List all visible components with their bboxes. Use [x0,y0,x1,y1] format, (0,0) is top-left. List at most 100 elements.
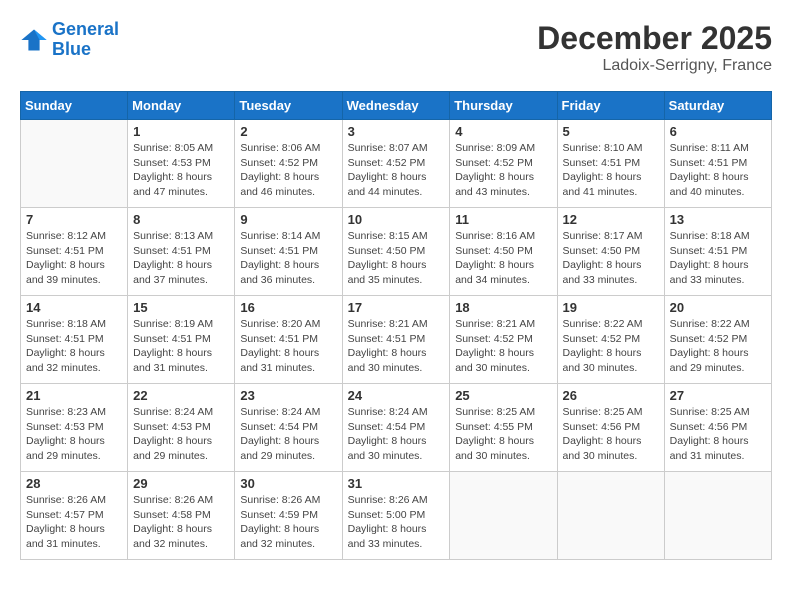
day-number: 6 [670,124,766,139]
day-info: Sunrise: 8:23 AMSunset: 4:53 PMDaylight:… [26,405,122,464]
day-info: Sunrise: 8:25 AMSunset: 4:55 PMDaylight:… [455,405,551,464]
day-number: 24 [348,388,445,403]
calendar-cell: 19 Sunrise: 8:22 AMSunset: 4:52 PMDayligh… [557,296,664,384]
day-info: Sunrise: 8:24 AMSunset: 4:54 PMDaylight:… [348,405,445,464]
calendar-cell: 13 Sunrise: 8:18 AMSunset: 4:51 PMDayligh… [664,208,771,296]
day-number: 23 [240,388,336,403]
calendar-cell: 11Sunrise: 8:16 AMSunset: 4:50 PMDayligh… [450,208,557,296]
day-info: Sunrise: 8:16 AMSunset: 4:50 PMDaylight:… [455,229,551,288]
calendar-cell: 21 Sunrise: 8:23 AMSunset: 4:53 PMDayligh… [21,384,128,472]
calendar-cell: 15 Sunrise: 8:19 AMSunset: 4:51 PMDayligh… [128,296,235,384]
day-info: Sunrise: 8:25 AMSunset: 4:56 PMDaylight:… [563,405,659,464]
day-number: 26 [563,388,659,403]
calendar-cell [450,472,557,560]
title-block: December 2025 Ladoix-Serrigny, France [537,20,772,75]
day-info: Sunrise: 8:06 AMSunset: 4:52 PMDaylight:… [240,141,336,200]
calendar-cell: 1Sunrise: 8:05 AMSunset: 4:53 PMDaylight… [128,120,235,208]
day-number: 29 [133,476,229,491]
logo-icon [20,26,48,54]
day-info: Sunrise: 8:21 AMSunset: 4:52 PMDaylight:… [455,317,551,376]
calendar-cell: 7 Sunrise: 8:12 AMSunset: 4:51 PMDaylight… [21,208,128,296]
day-info: Sunrise: 8:07 AMSunset: 4:52 PMDaylight:… [348,141,445,200]
day-info: Sunrise: 8:14 AMSunset: 4:51 PMDaylight:… [240,229,336,288]
day-number: 30 [240,476,336,491]
calendar-cell: 9Sunrise: 8:14 AMSunset: 4:51 PMDaylight… [235,208,342,296]
calendar-cell: 14 Sunrise: 8:18 AMSunset: 4:51 PMDayligh… [21,296,128,384]
calendar-cell [557,472,664,560]
calendar-cell: 4 Sunrise: 8:09 AMSunset: 4:52 PMDaylight… [450,120,557,208]
calendar-cell: 3Sunrise: 8:07 AMSunset: 4:52 PMDaylight… [342,120,450,208]
calendar-cell: 17Sunrise: 8:21 AMSunset: 4:51 PMDayligh… [342,296,450,384]
weekday-header: Tuesday [235,92,342,120]
calendar-cell: 29 Sunrise: 8:26 AMSunset: 4:58 PMDayligh… [128,472,235,560]
day-number: 14 [26,300,122,315]
day-info: Sunrise: 8:18 AMSunset: 4:51 PMDaylight:… [670,229,766,288]
day-number: 19 [563,300,659,315]
day-info: Sunrise: 8:13 AMSunset: 4:51 PMDaylight:… [133,229,229,288]
calendar-cell: 25 Sunrise: 8:25 AMSunset: 4:55 PMDayligh… [450,384,557,472]
calendar-cell: 28 Sunrise: 8:26 AMSunset: 4:57 PMDayligh… [21,472,128,560]
day-number: 16 [240,300,336,315]
day-number: 4 [455,124,551,139]
calendar-week-row: 1Sunrise: 8:05 AMSunset: 4:53 PMDaylight… [21,120,772,208]
logo-text: General Blue [52,20,119,60]
calendar-cell: 6Sunrise: 8:11 AMSunset: 4:51 PMDaylight… [664,120,771,208]
day-info: Sunrise: 8:25 AMSunset: 4:56 PMDaylight:… [670,405,766,464]
calendar-header-row: SundayMondayTuesdayWednesdayThursdayFrid… [21,92,772,120]
calendar-cell: 24 Sunrise: 8:24 AMSunset: 4:54 PMDayligh… [342,384,450,472]
day-number: 15 [133,300,229,315]
day-info: Sunrise: 8:12 AMSunset: 4:51 PMDaylight:… [26,229,122,288]
day-info: Sunrise: 8:20 AMSunset: 4:51 PMDaylight:… [240,317,336,376]
calendar-cell: 20Sunrise: 8:22 AMSunset: 4:52 PMDayligh… [664,296,771,384]
calendar-cell: 31Sunrise: 8:26 AMSunset: 5:00 PMDayligh… [342,472,450,560]
day-number: 18 [455,300,551,315]
day-number: 10 [348,212,445,227]
day-number: 25 [455,388,551,403]
day-number: 8 [133,212,229,227]
day-info: Sunrise: 8:26 AMSunset: 4:57 PMDaylight:… [26,493,122,552]
calendar-week-row: 7 Sunrise: 8:12 AMSunset: 4:51 PMDaylight… [21,208,772,296]
day-number: 27 [670,388,766,403]
day-info: Sunrise: 8:26 AMSunset: 4:59 PMDaylight:… [240,493,336,552]
calendar-week-row: 21 Sunrise: 8:23 AMSunset: 4:53 PMDayligh… [21,384,772,472]
day-info: Sunrise: 8:17 AMSunset: 4:50 PMDaylight:… [563,229,659,288]
day-number: 22 [133,388,229,403]
day-info: Sunrise: 8:09 AMSunset: 4:52 PMDaylight:… [455,141,551,200]
day-info: Sunrise: 8:18 AMSunset: 4:51 PMDaylight:… [26,317,122,376]
day-number: 5 [563,124,659,139]
weekday-header: Sunday [21,92,128,120]
calendar-cell: 12 Sunrise: 8:17 AMSunset: 4:50 PMDayligh… [557,208,664,296]
day-info: Sunrise: 8:22 AMSunset: 4:52 PMDaylight:… [563,317,659,376]
logo-line1: General [52,19,119,39]
day-info: Sunrise: 8:05 AMSunset: 4:53 PMDaylight:… [133,141,229,200]
day-info: Sunrise: 8:19 AMSunset: 4:51 PMDaylight:… [133,317,229,376]
weekday-header: Thursday [450,92,557,120]
logo-line2: Blue [52,39,91,59]
calendar-cell: 18 Sunrise: 8:21 AMSunset: 4:52 PMDayligh… [450,296,557,384]
weekday-header: Wednesday [342,92,450,120]
calendar-cell: 27 Sunrise: 8:25 AMSunset: 4:56 PMDayligh… [664,384,771,472]
day-number: 7 [26,212,122,227]
day-info: Sunrise: 8:26 AMSunset: 5:00 PMDaylight:… [348,493,445,552]
day-number: 13 [670,212,766,227]
day-info: Sunrise: 8:10 AMSunset: 4:51 PMDaylight:… [563,141,659,200]
day-info: Sunrise: 8:24 AMSunset: 4:53 PMDaylight:… [133,405,229,464]
day-number: 12 [563,212,659,227]
day-number: 21 [26,388,122,403]
location-title: Ladoix-Serrigny, France [537,57,772,75]
day-number: 28 [26,476,122,491]
calendar-cell: 2Sunrise: 8:06 AMSunset: 4:52 PMDaylight… [235,120,342,208]
calendar-cell: 23Sunrise: 8:24 AMSunset: 4:54 PMDayligh… [235,384,342,472]
month-title: December 2025 [537,20,772,57]
day-info: Sunrise: 8:26 AMSunset: 4:58 PMDaylight:… [133,493,229,552]
calendar-cell: 5 Sunrise: 8:10 AMSunset: 4:51 PMDaylight… [557,120,664,208]
calendar-cell: 22 Sunrise: 8:24 AMSunset: 4:53 PMDayligh… [128,384,235,472]
weekday-header: Saturday [664,92,771,120]
calendar-cell [664,472,771,560]
calendar-cell: 30 Sunrise: 8:26 AMSunset: 4:59 PMDayligh… [235,472,342,560]
weekday-header: Monday [128,92,235,120]
logo: General Blue [20,20,119,60]
calendar-cell: 16 Sunrise: 8:20 AMSunset: 4:51 PMDayligh… [235,296,342,384]
calendar-cell: 8 Sunrise: 8:13 AMSunset: 4:51 PMDaylight… [128,208,235,296]
day-number: 17 [348,300,445,315]
